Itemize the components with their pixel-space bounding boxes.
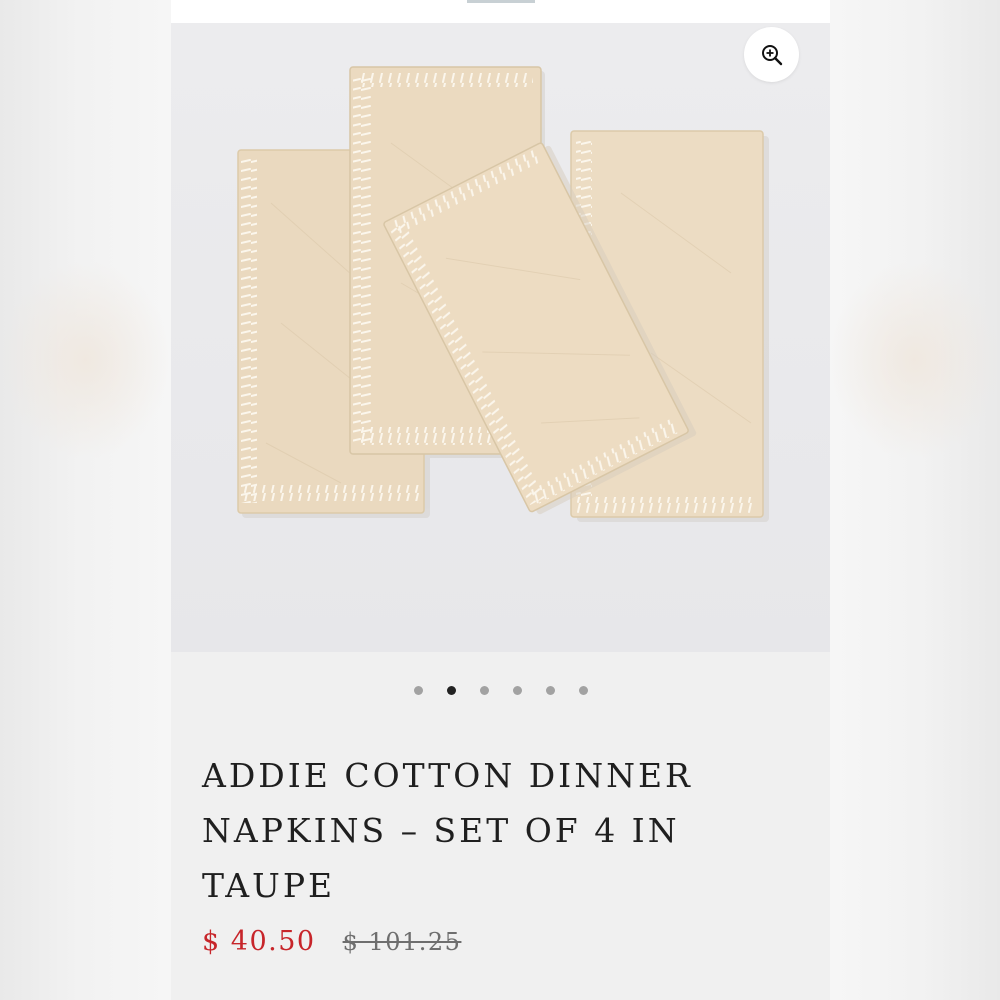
gallery-dot-4[interactable] bbox=[512, 686, 522, 695]
product-image-gallery[interactable] bbox=[171, 23, 830, 652]
product-page: ADDIE COTTON DINNER NAPKINS – SET OF 4 I… bbox=[171, 0, 830, 1000]
gallery-dot-5[interactable] bbox=[545, 686, 555, 695]
top-indicator bbox=[467, 0, 535, 3]
gallery-dot-6[interactable] bbox=[578, 686, 588, 695]
gallery-dot-2[interactable] bbox=[446, 686, 456, 695]
zoom-button[interactable] bbox=[744, 27, 799, 82]
gallery-dot-3[interactable] bbox=[479, 686, 489, 695]
product-image bbox=[237, 66, 769, 522]
truncated-text-line bbox=[202, 992, 762, 1000]
background-blur-right bbox=[829, 260, 1000, 460]
price-row: $ 40.50 $ 101.25 bbox=[202, 926, 461, 957]
top-bar bbox=[171, 0, 830, 23]
gallery-pagination bbox=[171, 686, 830, 700]
background-blur-left bbox=[0, 260, 171, 460]
original-price: $ 101.25 bbox=[342, 928, 462, 956]
gallery-dot-1[interactable] bbox=[413, 686, 423, 695]
zoom-in-icon bbox=[761, 44, 782, 65]
sale-price: $ 40.50 bbox=[202, 926, 316, 957]
product-title: ADDIE COTTON DINNER NAPKINS – SET OF 4 I… bbox=[202, 756, 693, 905]
